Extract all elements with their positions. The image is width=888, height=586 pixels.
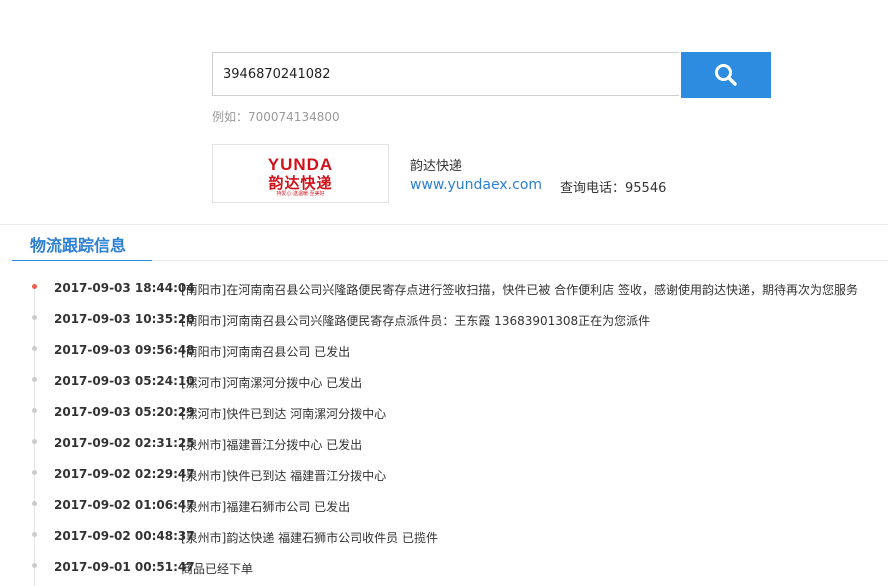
tracking-entry-description: [南阳市]河南南召县公司兴隆路便民寄存点派件员：王东霞 13683901308正…: [181, 314, 651, 328]
tracking-entry-time: 2017-09-02 00:48:37: [54, 529, 195, 543]
search-icon: [715, 64, 737, 86]
tracking-entry: 2017-09-03 09:56:48 [南阳市]河南南召县公司 已发出: [0, 334, 888, 365]
company-name: 韵达快递: [410, 159, 463, 174]
section-header-divider: [152, 260, 888, 261]
timeline-dot: [32, 532, 37, 537]
timeline-dot: [32, 408, 37, 413]
tracking-entry-description: [漯河市]河南漯河分拨中心 已发出: [181, 376, 363, 390]
tracking-entry-description: [泉州市]韵达快递 福建石狮市公司收件员 已揽件: [181, 531, 438, 545]
tracking-entry-time: 2017-09-03 10:35:20: [54, 312, 195, 326]
section-title-underline: [12, 260, 152, 261]
timeline-dot: [32, 439, 37, 444]
tracking-entry-description: [泉州市]快件已到达 福建晋江分拨中心: [181, 469, 387, 483]
tracking-entry-time: 2017-09-03 09:56:48: [54, 343, 195, 357]
tracking-entry: 2017-09-02 01:06:47 [泉州市]福建石狮市公司 已发出: [0, 489, 888, 520]
tracking-entry-description: [漯河市]快件已到达 河南漯河分拨中心: [181, 407, 387, 421]
tracking-entry: 2017-09-03 10:35:20 [南阳市]河南南召县公司兴隆路便民寄存点…: [0, 303, 888, 334]
timeline-dot: [32, 346, 37, 351]
timeline-dot: [32, 377, 37, 382]
timeline-dot: [32, 315, 37, 320]
tracking-entry: 2017-09-02 02:29:47 [泉州市]快件已到达 福建晋江分拨中心: [0, 458, 888, 489]
tracking-entry-description: [泉州市]福建石狮市公司 已发出: [181, 500, 351, 514]
tracking-entry-time: 2017-09-02 01:06:47: [54, 498, 195, 512]
timeline-dot: [32, 501, 37, 506]
tracking-entry: 2017-09-02 00:48:37 [泉州市]韵达快递 福建石狮市公司收件员…: [0, 520, 888, 551]
search-example-hint: 例如：700074134800: [212, 110, 340, 124]
tracking-entry-description: [南阳市]在河南南召县公司兴隆路便民寄存点进行签收扫描，快件已被 合作便利店 签…: [181, 283, 858, 297]
tracking-entry-time: 2017-09-03 05:20:29: [54, 405, 195, 419]
timeline-dot-latest: [32, 284, 37, 289]
tracking-entry-time: 2017-09-03 18:44:04: [54, 281, 195, 295]
tracking-number-input[interactable]: [213, 53, 679, 95]
tracking-entry-time: 2017-09-02 02:29:47: [54, 467, 195, 481]
section-divider: [0, 224, 888, 225]
company-phone: 查询电话：95546: [560, 181, 667, 196]
company-website-link[interactable]: www.yundaex.com: [410, 177, 542, 193]
tracking-entry-time: 2017-09-02 02:31:25: [54, 436, 195, 450]
logo-slogan: 持爱心·送温暖·至美好: [276, 191, 325, 197]
company-logo: YUNDA 韵达快递 持爱心·送温暖·至美好: [212, 144, 389, 203]
tracking-entry: 2017-09-03 05:24:10 [漯河市]河南漯河分拨中心 已发出: [0, 365, 888, 396]
tracking-entry-time: 2017-09-01 00:51:47: [54, 560, 195, 574]
timeline-dot: [32, 470, 37, 475]
tracking-number-field[interactable]: [212, 52, 679, 96]
tracking-section-title: 物流跟踪信息: [30, 236, 127, 255]
timeline-dot: [32, 563, 37, 568]
tracking-entry: 2017-09-03 18:44:04 [南阳市]在河南南召县公司兴隆路便民寄存…: [0, 272, 888, 303]
tracking-entry-time: 2017-09-03 05:24:10: [54, 374, 195, 388]
tracking-entry-description: [泉州市]福建晋江分拨中心 已发出: [181, 438, 363, 452]
tracking-entry: 2017-09-02 02:31:25 [泉州市]福建晋江分拨中心 已发出: [0, 427, 888, 458]
tracking-entry-description: 商品已经下单: [181, 562, 254, 576]
tracking-entry: 2017-09-03 05:20:29 [漯河市]快件已到达 河南漯河分拨中心: [0, 396, 888, 427]
tracking-entry: 2017-09-01 00:51:47 商品已经下单: [0, 551, 888, 582]
search-button[interactable]: [681, 52, 771, 98]
tracking-entry-description: [南阳市]河南南召县公司 已发出: [181, 345, 351, 359]
